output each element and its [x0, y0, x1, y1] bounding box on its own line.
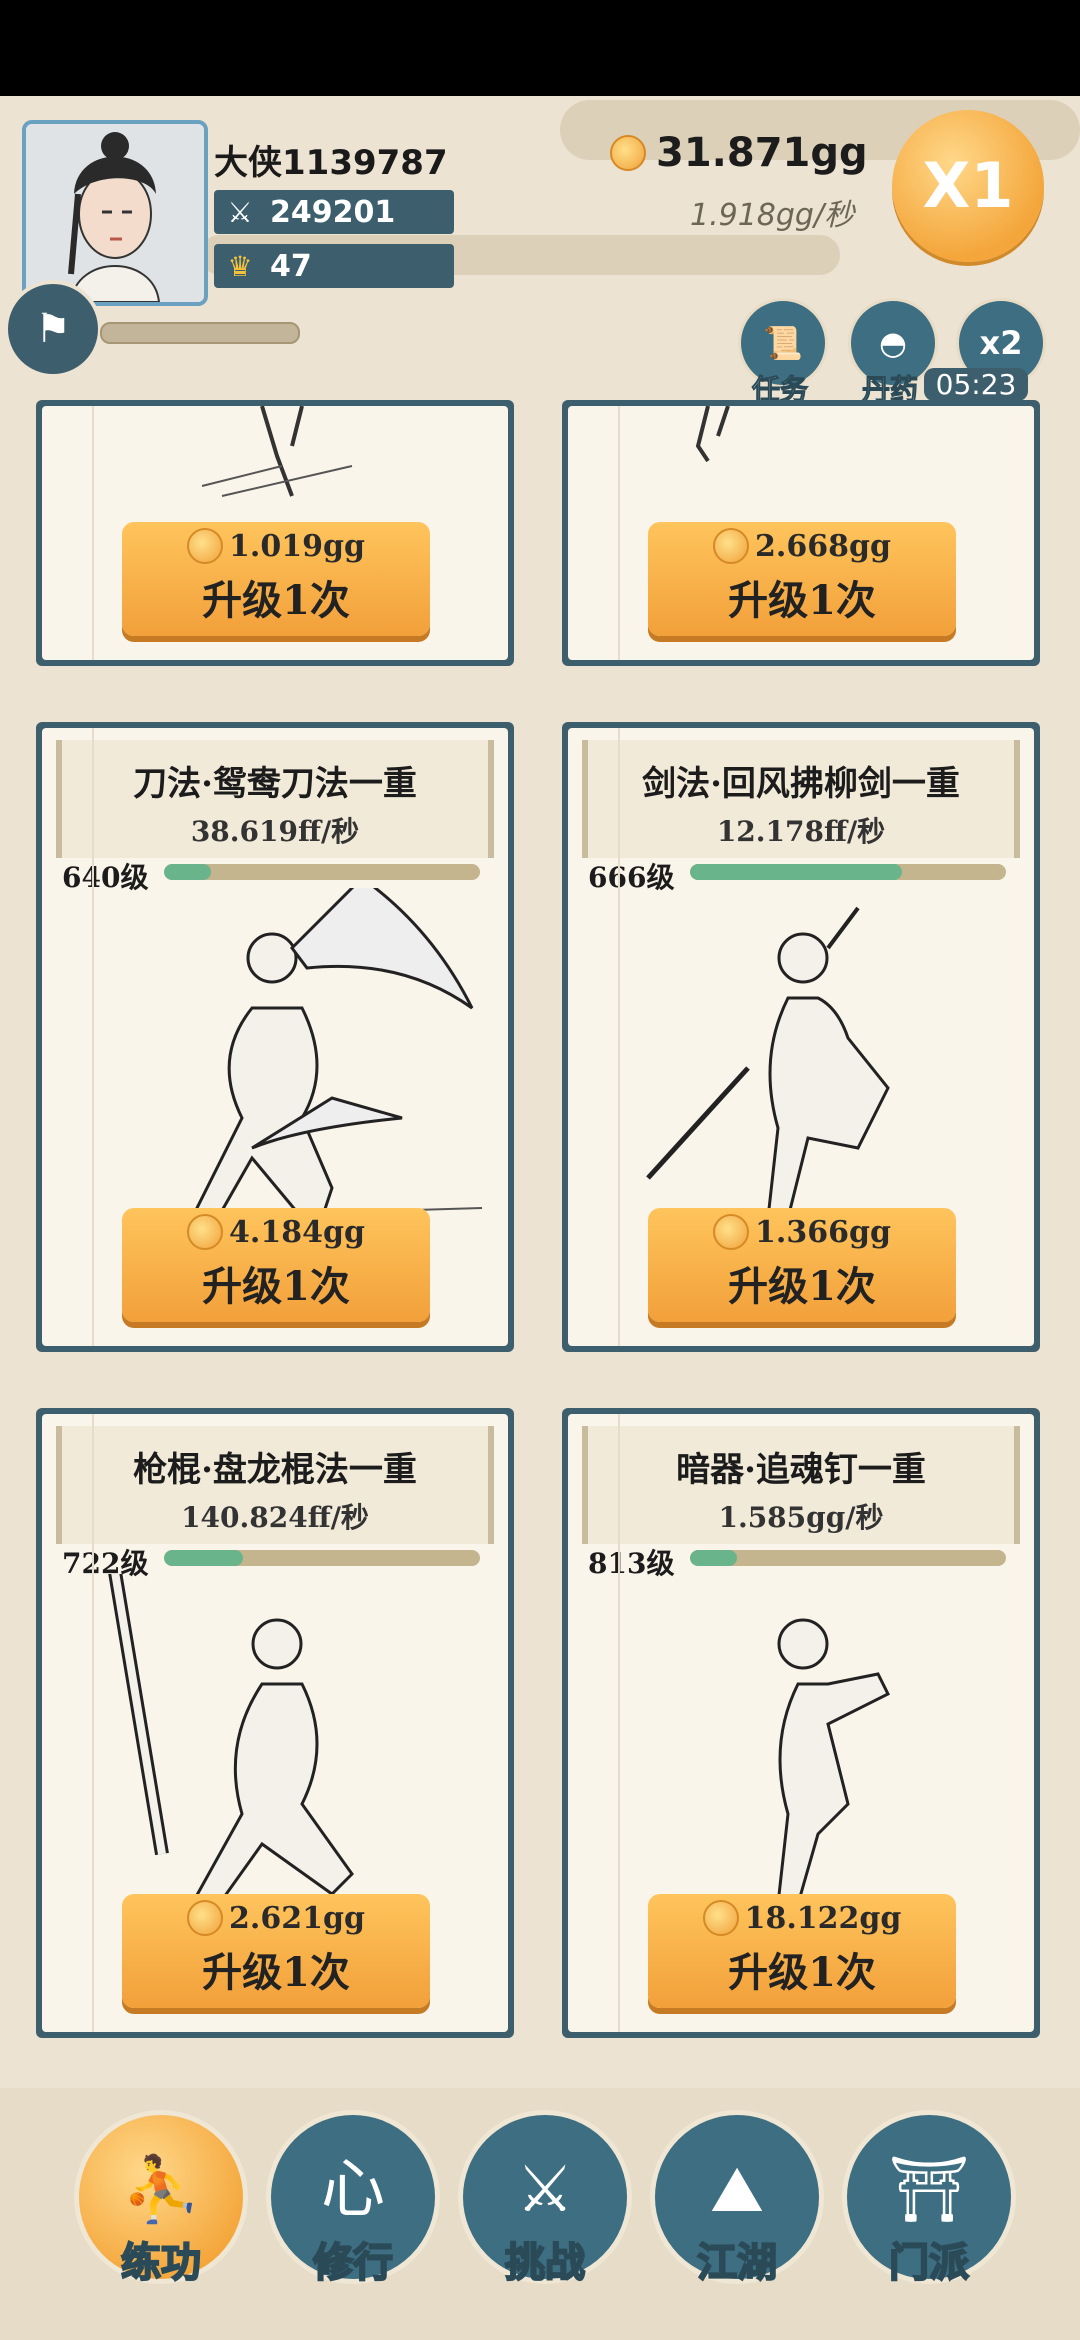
skill-rate: 140.824ff/秒 — [181, 1501, 369, 1534]
skill-rate: 38.619ff/秒 — [190, 815, 360, 848]
gold-coin-icon — [610, 135, 646, 171]
upgrade-cost: 18.122gg — [744, 1900, 902, 1936]
mountain-icon: ⛰ — [710, 2153, 764, 2227]
level-progress-fill — [164, 864, 212, 880]
experience-bar — [100, 322, 300, 344]
gold-coin-icon — [713, 528, 750, 564]
upgrade-button[interactable]: 1.019gg 升级1次 — [122, 522, 430, 636]
skill-title-plate: 枪棍·盘龙棍法一重 140.824ff/秒 — [56, 1426, 494, 1544]
crossed-swords-icon: ⚔ — [516, 2153, 574, 2227]
skill-title-plate: 暗器·追魂钉一重 1.585gg/秒 — [582, 1426, 1020, 1544]
gold-ingot-icon: ♛ — [227, 249, 253, 283]
player-avatar[interactable] — [22, 120, 208, 306]
gold-coin-icon — [187, 528, 224, 564]
gold-total-value: 31.871gg — [656, 130, 868, 176]
level-progress-bar — [164, 1550, 480, 1566]
upgrade-cost: 2.621gg — [229, 1900, 365, 1936]
upgrade-button[interactable]: 1.366gg 升级1次 — [648, 1208, 956, 1322]
scroll-icon: 📜 — [763, 324, 803, 362]
double-speed-icon: x2 — [979, 324, 1023, 362]
upgrade-label: 升级1次 — [728, 577, 876, 624]
pill-icon: ◓ — [879, 324, 907, 362]
flag-icon[interactable]: ⚑ — [4, 280, 102, 378]
player-name: 大侠1139787 — [214, 143, 448, 183]
upgrade-cost: 1.366gg — [755, 1214, 891, 1250]
skill-name: 枪棍·盘龙棍法一重 — [133, 1450, 417, 1490]
skill-name: 刀法·鸳鸯刀法一重 — [133, 764, 417, 804]
ingot-value: 47 — [270, 248, 312, 284]
ingot-bar: ♛ 47 — [214, 244, 454, 288]
skill-rate: 1.585gg/秒 — [718, 1501, 884, 1534]
gold-coin-icon — [187, 1214, 224, 1250]
level-progress-fill — [690, 1550, 738, 1566]
upgrade-label: 升级1次 — [728, 1263, 876, 1310]
gold-coin-icon — [702, 1900, 739, 1936]
skill-name: 剑法·回风拂柳剑一重 — [642, 764, 960, 804]
level-progress-bar — [164, 864, 480, 880]
skill-title-plate: 剑法·回风拂柳剑一重 12.178ff/秒 — [582, 740, 1020, 858]
upgrade-button[interactable]: 18.122gg 升级1次 — [648, 1894, 956, 2008]
upgrade-button[interactable]: 2.668gg 升级1次 — [648, 522, 956, 636]
level-progress-bar — [690, 1550, 1006, 1566]
upgrade-label: 升级1次 — [202, 1949, 350, 1996]
level-progress-fill — [690, 864, 902, 880]
nav-label: 练功 — [120, 2239, 202, 2287]
nav-label: 门派 — [888, 2239, 970, 2287]
gate-icon: ⛩ — [888, 2153, 970, 2227]
level-progress-fill — [164, 1550, 243, 1566]
fighter-illustration — [695, 406, 730, 463]
skill-rate: 12.178ff/秒 — [716, 815, 886, 848]
skill-title-plate: 刀法·鸳鸯刀法一重 38.619ff/秒 — [56, 740, 494, 858]
martial-stance-icon: ⛹ — [121, 2153, 201, 2227]
skill-card: 刀法·鸳鸯刀法一重 38.619ff/秒 640级 4.184gg 升级1次 — [36, 722, 514, 1352]
nav-label: 挑战 — [504, 2239, 586, 2287]
system-status-bar — [0, 0, 1080, 96]
gold-total: 31.871gg — [610, 130, 868, 176]
upgrade-label: 升级1次 — [202, 1263, 350, 1310]
upgrade-label: 升级1次 — [728, 1949, 876, 1996]
gold-coin-icon — [713, 1214, 750, 1250]
skill-card-partial: 1.019gg 升级1次 — [36, 400, 514, 666]
heart-glyph-icon: 心 — [321, 2153, 385, 2227]
multiplier-button[interactable]: X1 — [892, 110, 1044, 262]
skill-card: 剑法·回风拂柳剑一重 12.178ff/秒 666级 1.366gg 升级1次 — [562, 722, 1040, 1352]
upgrade-cost: 2.668gg — [755, 528, 891, 564]
skill-card: 枪棍·盘龙棍法一重 140.824ff/秒 722级 2.621gg 升级1次 — [36, 1408, 514, 2038]
upgrade-cost: 1.019gg — [229, 528, 365, 564]
nav-label: 江湖 — [696, 2239, 778, 2287]
double-speed-timer: 05:23 — [924, 368, 1028, 401]
combat-power-value: 249201 — [270, 194, 396, 230]
crossed-swords-icon: ⚔ — [227, 195, 253, 229]
level-progress-bar — [690, 864, 1006, 880]
upgrade-label: 升级1次 — [202, 577, 350, 624]
nav-label: 修行 — [312, 2239, 394, 2287]
skill-card-partial: 2.668gg 升级1次 — [562, 400, 1040, 666]
gold-rate: 1.918gg/秒 — [690, 198, 855, 233]
upgrade-button[interactable]: 4.184gg 升级1次 — [122, 1208, 430, 1322]
combat-power-bar: ⚔ 249201 — [214, 190, 454, 234]
skill-name: 暗器·追魂钉一重 — [676, 1450, 926, 1490]
gold-coin-icon — [187, 1900, 224, 1936]
upgrade-cost: 4.184gg — [229, 1214, 365, 1250]
fighter-illustration — [201, 406, 353, 497]
skill-card: 暗器·追魂钉一重 1.585gg/秒 813级 18.122gg 升级1次 — [562, 1408, 1040, 2038]
upgrade-button[interactable]: 2.621gg 升级1次 — [122, 1894, 430, 2008]
